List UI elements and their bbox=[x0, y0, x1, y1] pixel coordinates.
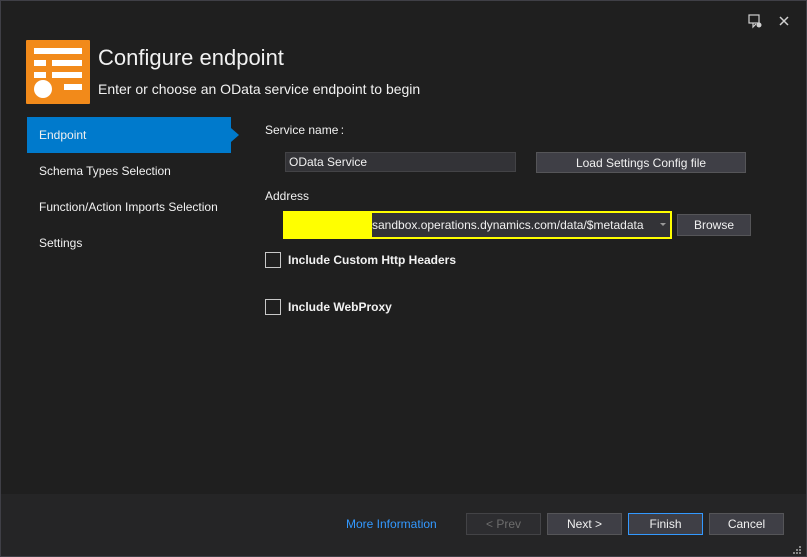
custom-headers-checkbox-row[interactable]: Include Custom Http Headers bbox=[265, 252, 456, 268]
page-subtitle: Enter or choose an OData service endpoin… bbox=[98, 81, 421, 97]
sidebar-item-settings[interactable]: Settings bbox=[27, 225, 231, 261]
address-label: Address bbox=[265, 189, 310, 203]
address-combobox[interactable]: sandbox.operations.dynamics.com/data/$me… bbox=[283, 211, 672, 239]
prev-button[interactable]: < Prev bbox=[466, 513, 541, 535]
next-button[interactable]: Next > bbox=[547, 513, 622, 535]
close-icon[interactable] bbox=[774, 11, 794, 31]
dialog-footer: More Information < Prev Next > Finish Ca… bbox=[1, 494, 806, 556]
wizard-sidebar: Endpoint Schema Types Selection Function… bbox=[27, 117, 239, 261]
dialog-window: Configure endpoint Enter or choose an OD… bbox=[0, 0, 807, 557]
webproxy-checkbox[interactable] bbox=[265, 299, 281, 315]
sidebar-item-endpoint[interactable]: Endpoint bbox=[27, 117, 239, 153]
feedback-icon[interactable] bbox=[745, 11, 765, 31]
load-settings-button[interactable]: Load Settings Config file bbox=[536, 152, 746, 173]
webproxy-label: Include WebProxy bbox=[288, 300, 392, 314]
finish-button[interactable]: Finish bbox=[628, 513, 703, 535]
page-title: Configure endpoint bbox=[98, 45, 284, 70]
chevron-down-icon[interactable] bbox=[660, 223, 666, 226]
service-name-input[interactable]: OData Service bbox=[285, 152, 516, 172]
custom-headers-checkbox[interactable] bbox=[265, 252, 281, 268]
custom-headers-label: Include Custom Http Headers bbox=[288, 253, 457, 267]
resize-grip-icon[interactable] bbox=[792, 542, 802, 554]
more-information-link[interactable]: More Information bbox=[346, 517, 437, 531]
sidebar-item-function-imports[interactable]: Function/Action Imports Selection bbox=[27, 189, 231, 225]
sidebar-item-schema-types[interactable]: Schema Types Selection bbox=[27, 153, 231, 189]
cancel-button[interactable]: Cancel bbox=[709, 513, 784, 535]
webproxy-checkbox-row[interactable]: Include WebProxy bbox=[265, 299, 392, 315]
service-name-label: Service name : bbox=[265, 123, 345, 137]
odata-logo-icon bbox=[26, 40, 90, 104]
address-value: sandbox.operations.dynamics.com/data/$me… bbox=[372, 218, 644, 232]
browse-button[interactable]: Browse bbox=[677, 214, 751, 236]
redaction-box bbox=[285, 213, 372, 237]
